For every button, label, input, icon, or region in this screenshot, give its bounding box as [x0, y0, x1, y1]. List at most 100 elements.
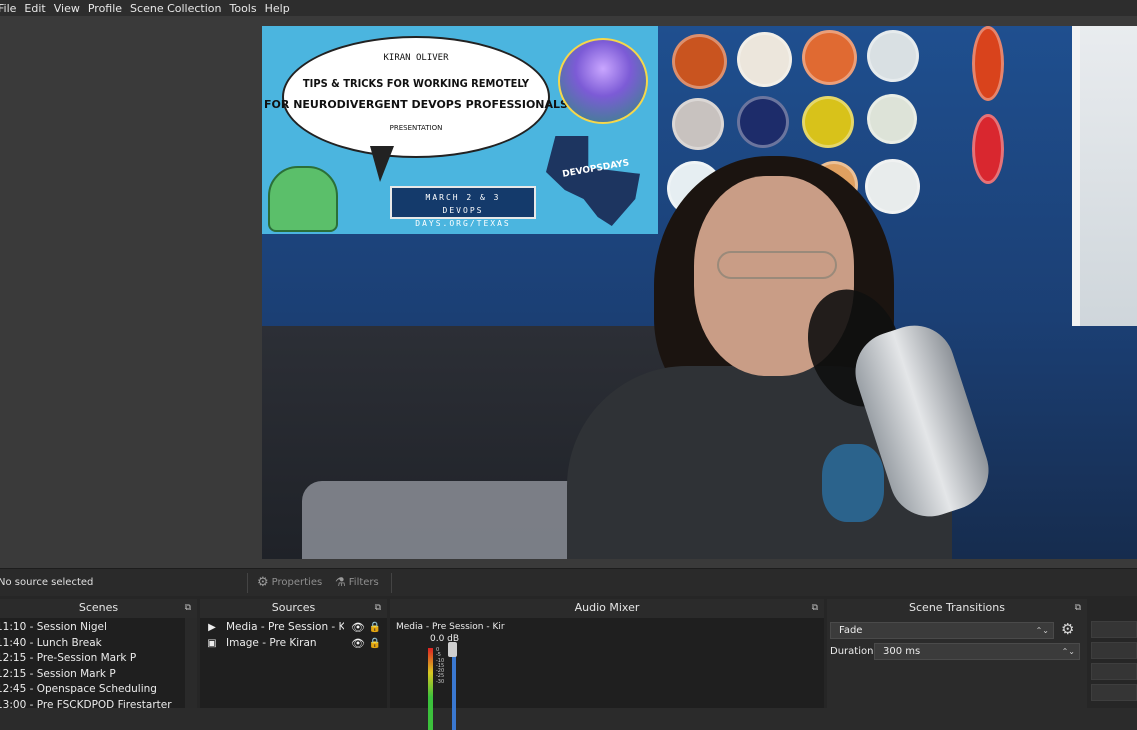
play-icon: ▶: [208, 621, 216, 633]
properties-button[interactable]: ⚙ Properties: [257, 575, 322, 590]
menu-bar: File Edit View Profile Scene Collection …: [0, 0, 1137, 16]
menu-scene-collection[interactable]: Scene Collection: [130, 2, 229, 15]
scene-transitions-dock: Scene Transitions ⧉ Fade ⌃⌄ ⚙ Duration 3…: [827, 599, 1087, 708]
cactus-illustration: [268, 166, 338, 232]
menu-profile[interactable]: Profile: [88, 2, 130, 15]
chevron-updown-icon: ⌃⌄: [1035, 626, 1049, 635]
audio-mixer-title: Audio Mixer ⧉: [390, 599, 824, 617]
frisbee-decoration: [867, 94, 917, 144]
frisbee-decoration: [737, 32, 792, 87]
shirt-logo: [822, 444, 884, 522]
visibility-eye-icon[interactable]: 👁: [351, 637, 365, 650]
volume-slider-handle[interactable]: [448, 642, 457, 657]
source-toolbar: No source selected ⚙ Properties ⚗ Filter…: [0, 568, 1137, 596]
speech-bubble-tail: [370, 146, 394, 182]
duration-value: 300 ms: [883, 646, 921, 657]
visibility-eye-icon[interactable]: 👁: [351, 621, 365, 634]
filter-icon: ⚗: [335, 575, 346, 589]
meter-ticks: 0 -5 -10 -15 -20 -25 -30: [436, 647, 445, 685]
scenes-title: Scenes ⧉: [0, 599, 197, 617]
frisbee-decoration: [972, 26, 1004, 101]
float-dock-icon[interactable]: ⧉: [375, 599, 381, 617]
preview-canvas-area: KIRAN OLIVER TIPS & TRICKS FOR WORKING R…: [0, 16, 1137, 568]
source-item[interactable]: ▶ Media - Pre Session - Kira 👁 🔒: [200, 619, 387, 635]
source-label: Image - Pre Kiran: [226, 637, 317, 649]
lock-icon[interactable]: 🔒: [369, 638, 381, 649]
slide-date: MARCH 2 & 3: [425, 193, 501, 202]
properties-label: Properties: [271, 577, 323, 588]
slide-title-line2: FOR NEURODIVERGENT DEVOPS PROFESSIONALS: [264, 98, 568, 111]
frisbee-decoration: [802, 30, 857, 85]
controls-button[interactable]: [1091, 642, 1137, 659]
duration-spinbox[interactable]: 300 ms ⌃⌄: [874, 643, 1080, 660]
meter-tick: -30: [436, 678, 445, 685]
sources-dock: Sources ⧉ ▶ Media - Pre Session - Kira 👁…: [200, 599, 387, 708]
scenes-dock: Scenes ⧉ 11:10 - Session Nigel 11:40 - L…: [0, 599, 197, 708]
window: [1072, 26, 1137, 326]
gear-icon[interactable]: ⚙: [1061, 620, 1074, 638]
transitions-body: Fade ⌃⌄ ⚙ Duration 300 ms ⌃⌄: [827, 618, 1087, 708]
scene-item[interactable]: 12:45 - Openspace Scheduling: [0, 682, 183, 698]
spinbox-arrows-icon[interactable]: ⌃⌄: [1062, 647, 1075, 656]
toolbar-separator: [247, 573, 248, 593]
scenes-list: 11:10 - Session Nigel 11:40 - Lunch Brea…: [0, 618, 197, 708]
filters-label: Filters: [348, 576, 379, 588]
frisbee-decoration: [867, 30, 919, 82]
frisbee-decoration: [672, 34, 727, 89]
controls-button[interactable]: [1091, 663, 1137, 680]
slide-url: DEVOPS DAYS.ORG/TEXAS: [415, 206, 511, 228]
lock-icon[interactable]: 🔒: [369, 622, 381, 633]
source-label: Media - Pre Session - Kira: [226, 621, 344, 633]
frisbee-decoration: [865, 159, 920, 214]
audio-mixer-title-text: Audio Mixer: [574, 601, 640, 614]
program-preview[interactable]: KIRAN OLIVER TIPS & TRICKS FOR WORKING R…: [262, 26, 1137, 559]
dock-area: Scenes ⧉ 11:10 - Session Nigel 11:40 - L…: [0, 596, 1137, 730]
scene-item[interactable]: 11:10 - Session Nigel: [0, 620, 183, 636]
sources-list: ▶ Media - Pre Session - Kira 👁 🔒 ▣ Image…: [200, 618, 387, 708]
scenes-title-text: Scenes: [78, 601, 119, 614]
filters-button[interactable]: ⚗ Filters: [335, 575, 379, 589]
scene-transitions-title: Scene Transitions ⧉: [827, 599, 1087, 617]
no-source-label: No source selected: [0, 577, 94, 588]
float-dock-icon[interactable]: ⧉: [185, 599, 191, 617]
slide-subtitle: PRESENTATION: [389, 124, 443, 132]
texas-map-logo: [546, 136, 640, 226]
slide-title-line1: TIPS & TRICKS FOR WORKING REMOTELY: [302, 77, 530, 90]
menu-file[interactable]: File: [0, 2, 24, 15]
controls-button[interactable]: [1091, 684, 1137, 701]
frisbee-decoration: [672, 98, 724, 150]
transition-selected-value: Fade: [839, 625, 863, 636]
scene-item[interactable]: 13:00 - Pre FSCKDPOD Firestarter: [0, 698, 183, 709]
slide-author: KIRAN OLIVER: [383, 53, 449, 63]
presentation-slide: KIRAN OLIVER TIPS & TRICKS FOR WORKING R…: [262, 26, 658, 234]
glasses: [717, 251, 837, 279]
image-icon: ▣: [207, 637, 217, 649]
mixer-body: Media - Pre Session - Kir 0.0 dB 0 -5 -1…: [390, 618, 824, 730]
source-item[interactable]: ▣ Image - Pre Kiran 👁 🔒: [200, 635, 387, 651]
duration-label: Duration: [830, 646, 874, 657]
menu-view[interactable]: View: [54, 2, 88, 15]
float-dock-icon[interactable]: ⧉: [1075, 599, 1081, 617]
volume-meter: [428, 648, 433, 730]
gear-icon: ⚙: [257, 575, 269, 590]
float-dock-icon[interactable]: ⧉: [812, 599, 818, 617]
scene-transitions-title-text: Scene Transitions: [909, 601, 1005, 614]
controls-button[interactable]: [1091, 621, 1137, 638]
scene-item[interactable]: 12:15 - Session Mark P: [0, 667, 183, 683]
frisbee-decoration: [802, 96, 854, 148]
toolbar-separator: [391, 573, 392, 593]
slide-date-box: MARCH 2 & 3 DEVOPS DAYS.ORG/TEXAS: [390, 186, 536, 228]
menu-help[interactable]: Help: [265, 2, 298, 15]
speaker-avatar: [558, 38, 648, 124]
menu-tools[interactable]: Tools: [230, 2, 265, 15]
frisbee-decoration: [737, 96, 789, 148]
frisbee-decoration: [972, 114, 1004, 184]
transition-select[interactable]: Fade ⌃⌄: [830, 622, 1054, 639]
scenes-scrollbar[interactable]: [185, 618, 197, 708]
menu-edit[interactable]: Edit: [24, 2, 53, 15]
mixer-channel-name: Media - Pre Session - Kir: [396, 622, 505, 632]
scene-item[interactable]: 12:15 - Pre-Session Mark P: [0, 651, 183, 667]
scene-item[interactable]: 11:40 - Lunch Break: [0, 636, 183, 652]
volume-slider-track[interactable]: [452, 648, 456, 730]
sources-title-text: Sources: [271, 601, 316, 614]
